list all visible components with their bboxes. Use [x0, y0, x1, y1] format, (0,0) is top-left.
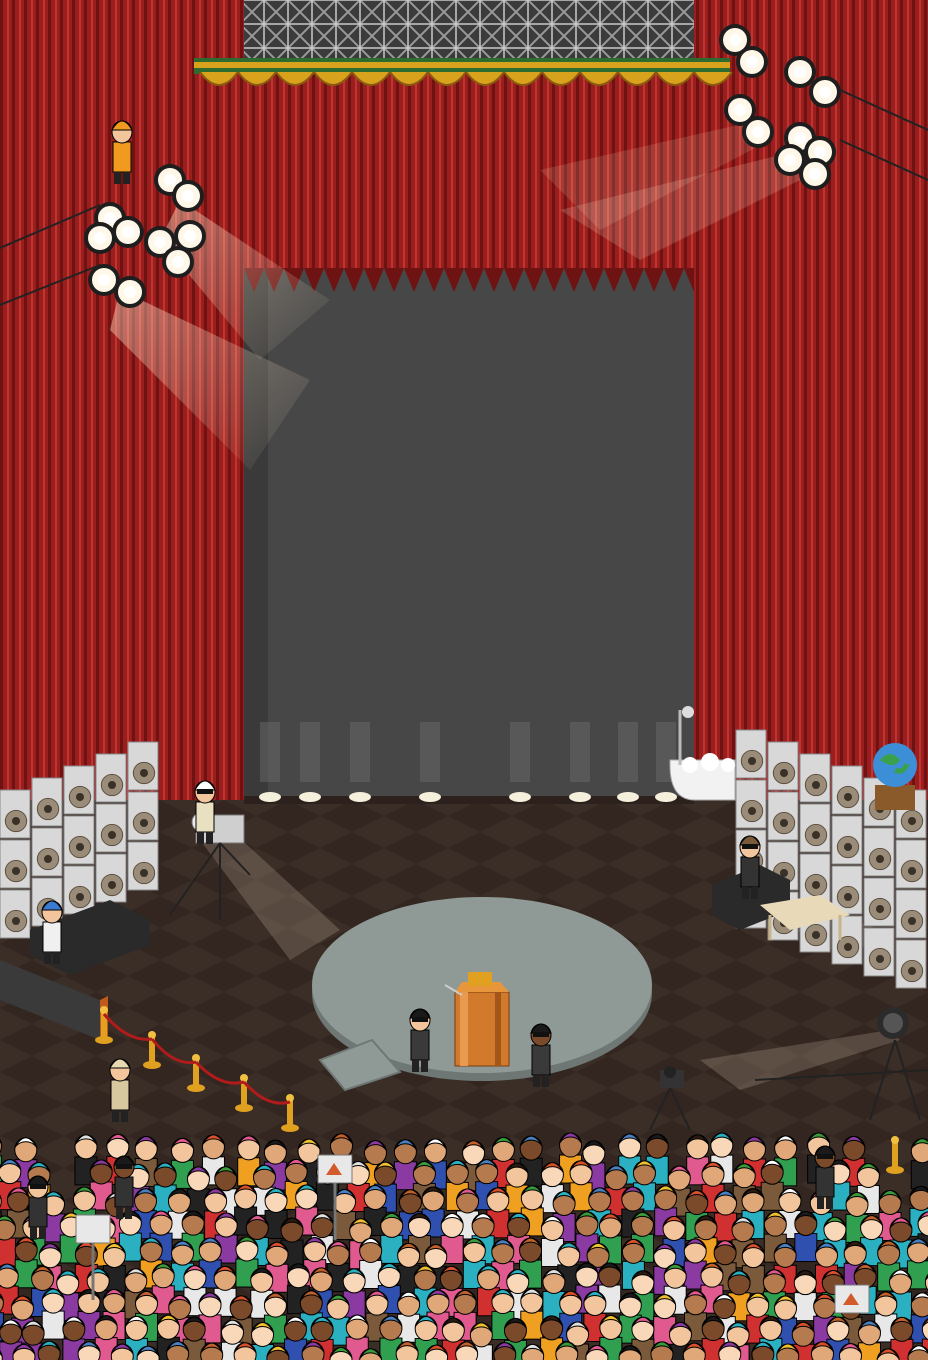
footlight-beam	[350, 722, 370, 782]
crowd	[0, 1132, 928, 1360]
footlight-beam	[510, 722, 530, 782]
footlight	[569, 792, 591, 802]
truss-frame	[244, 0, 694, 58]
avatar-icon	[910, 1138, 928, 1190]
footlight-beam	[420, 722, 440, 782]
game-scene	[0, 0, 928, 1360]
avatar-icon	[0, 1215, 16, 1267]
stage-backdrop	[244, 268, 694, 796]
avatar-icon	[794, 1211, 818, 1263]
avatar-icon	[604, 1165, 628, 1217]
footlight	[509, 792, 531, 802]
footlight-beam	[618, 722, 638, 782]
footlight-beam	[570, 722, 590, 782]
footlight	[655, 792, 677, 802]
avatar-icon	[395, 1341, 419, 1360]
footlight	[299, 792, 321, 802]
footlight-beam	[260, 722, 280, 782]
footlight-beam	[300, 722, 320, 782]
avatar-icon	[810, 1341, 834, 1360]
globe-icon	[873, 743, 917, 810]
avatar-icon	[393, 1139, 417, 1191]
avatar-icon	[186, 1166, 210, 1218]
footlight	[349, 792, 371, 802]
avatar-icon	[793, 1270, 817, 1322]
avatar-icon	[77, 1341, 101, 1360]
footlight	[259, 792, 281, 802]
avatar-icon	[41, 1288, 65, 1340]
avatar-icon	[166, 1340, 190, 1360]
avatar-icon	[37, 1340, 61, 1360]
footlight	[419, 792, 441, 802]
avatar-icon	[542, 1268, 566, 1320]
footlight	[617, 792, 639, 802]
